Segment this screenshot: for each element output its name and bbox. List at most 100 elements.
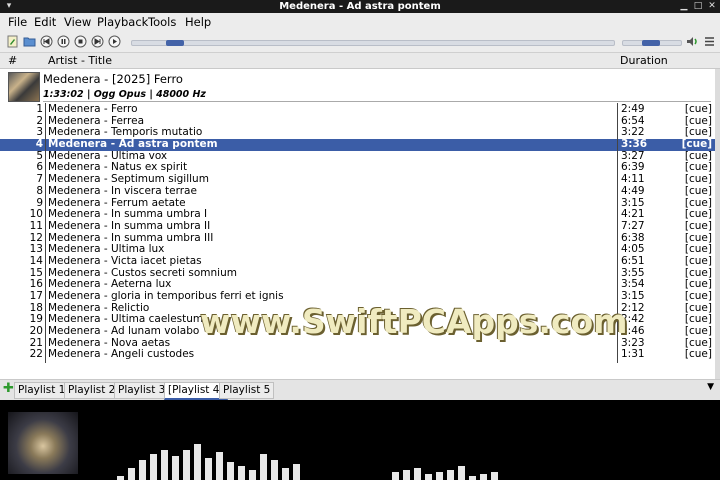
visualizer-album-art (8, 412, 78, 474)
column-num[interactable]: # (8, 54, 17, 67)
spectrum-bar (216, 452, 223, 480)
tab-playlist-3[interactable]: Playlist 3 (114, 382, 170, 399)
close-icon[interactable]: ✕ (706, 0, 718, 13)
tab-playlist-5[interactable]: Playlist 5 (219, 382, 275, 399)
spectrum-bar (238, 466, 245, 480)
track-number: 20 (29, 325, 43, 338)
spectrum-bar (392, 472, 399, 480)
track-row[interactable]: 14 Medenera - Victa iacet pietas 6:51 [cue] (0, 254, 715, 268)
track-row[interactable]: 4 Medenera - Ad astra pontem 3:36 [cue] (0, 138, 715, 151)
next-icon[interactable] (91, 35, 104, 48)
track-cue: [cue] (684, 219, 712, 232)
previous-icon[interactable] (40, 35, 53, 48)
album-art (8, 72, 40, 102)
add-playlist-icon[interactable]: ✚ (3, 381, 14, 396)
track-cue: [cue] (684, 103, 712, 115)
volume-icon[interactable] (686, 35, 699, 48)
spectrum-bar (183, 450, 190, 480)
track-title: Medenera - Ferro (48, 103, 138, 115)
track-number: 4 (35, 138, 43, 151)
track-title: Medenera - In summa umbra II (48, 219, 211, 232)
spectrum-bar (150, 454, 157, 480)
track-duration: 7:27 (621, 219, 645, 232)
menu-playback[interactable]: Playback (97, 14, 148, 30)
track-title: Medenera - Victa iacet pietas (48, 254, 202, 267)
track-row[interactable]: 17 Medenera - gloria in temporibus ferri … (0, 290, 715, 303)
spectrum-bar (458, 466, 465, 480)
track-row[interactable]: 1 Medenera - Ferro 2:49 [cue] (0, 103, 715, 116)
menu-edit[interactable]: Edit (34, 14, 56, 30)
maximize-icon[interactable]: □ (692, 0, 704, 13)
spectrum-bar (249, 470, 256, 480)
spectrum-bar (436, 472, 443, 480)
album-separator (43, 101, 711, 102)
toolbar (0, 31, 720, 53)
track-duration: 6:51 (621, 254, 645, 267)
spectrum-bar (447, 470, 454, 480)
menu-tools[interactable]: Tools (148, 14, 176, 30)
playlist-header: # Artist - Title Duration (0, 53, 720, 69)
spectrum-bar (172, 456, 179, 480)
spectrum-bar (194, 444, 201, 480)
spectrum-bar (414, 468, 421, 480)
track-duration: 3:36 (621, 138, 648, 151)
new-playlist-icon[interactable] (6, 35, 19, 48)
spectrum-bar (425, 474, 432, 480)
track-title: Medenera - Ad lunam volabo (48, 325, 200, 338)
menu-bar: File Edit View Playback Tools Help (0, 13, 720, 31)
open-folder-icon[interactable] (23, 35, 36, 48)
window-titlebar: ▾ Medenera - Ad astra pontem ▁ □ ✕ (0, 0, 720, 13)
track-duration: 1:31 (621, 348, 645, 361)
column-duration[interactable]: Duration (620, 54, 668, 67)
tab-playlist-1[interactable]: Playlist 1 (14, 382, 70, 399)
track-cue: [cue] (681, 138, 712, 151)
spectrum-bar (260, 454, 267, 480)
album-title: Medenera - [2025] Ferro (43, 72, 183, 86)
seek-slider[interactable] (131, 40, 615, 46)
track-title: Medenera - In viscera terrae (48, 184, 197, 197)
track-number: 14 (29, 254, 43, 267)
track-cue: [cue] (684, 348, 712, 361)
spectrum-bar (469, 476, 476, 480)
spectrum-bar (205, 458, 212, 480)
menu-file[interactable]: File (8, 14, 27, 30)
track-row[interactable]: 11 Medenera - In summa umbra II 7:27 [cue] (0, 219, 715, 233)
menu-help[interactable]: Help (185, 14, 211, 30)
spectrum-bar (117, 476, 124, 480)
column-divider (45, 103, 46, 363)
watermark: www.SwiftPCApps.com (200, 302, 628, 341)
spectrum-bar (293, 464, 300, 480)
track-cue: [cue] (684, 254, 712, 267)
minimize-icon[interactable]: ▁ (678, 0, 690, 13)
spectrum-bar (491, 472, 498, 480)
play-icon[interactable] (108, 35, 121, 48)
visualizer-area (0, 400, 720, 480)
spectrum-bar (282, 468, 289, 480)
playlist-scrollbar[interactable] (715, 69, 720, 379)
menu-view[interactable]: View (64, 14, 91, 30)
track-number: 22 (29, 348, 43, 361)
tab-playlist-4[interactable]: [Playlist 4] (164, 382, 228, 400)
window-title: Medenera - Ad astra pontem (279, 1, 441, 12)
track-title: Medenera - Angeli custodes (48, 348, 195, 361)
spectrum-bar (271, 460, 278, 480)
spectrum-bar (480, 474, 487, 480)
pause-icon[interactable] (57, 35, 70, 48)
tab-playlist-2[interactable]: Playlist 2 (64, 382, 120, 399)
track-cue: [cue] (684, 184, 712, 197)
playlist-tab-bar: ✚ Playlist 1 Playlist 2 Playlist 3 [Playlis… (0, 379, 720, 400)
volume-slider[interactable] (622, 40, 682, 46)
equalizer-icon[interactable] (703, 35, 716, 48)
track-duration: 2:49 (621, 103, 645, 115)
album-info: 1:33:02 | Ogg Opus | 48000 Hz (43, 89, 206, 100)
column-artist-title[interactable]: Artist - Title (48, 54, 112, 67)
track-row[interactable]: 8 Medenera - In viscera terrae 4:49 [cue] (0, 184, 715, 198)
stop-icon[interactable] (74, 35, 87, 48)
track-row[interactable]: 22 Medenera - Angeli custodes 1:31 [cue] (0, 349, 715, 361)
tab-list-icon[interactable]: ▼ (707, 382, 714, 392)
seek-handle[interactable] (165, 40, 184, 46)
spectrum-bar (227, 462, 234, 480)
volume-handle[interactable] (642, 40, 661, 46)
track-number: 17 (29, 290, 43, 302)
track-number: 11 (29, 219, 43, 232)
